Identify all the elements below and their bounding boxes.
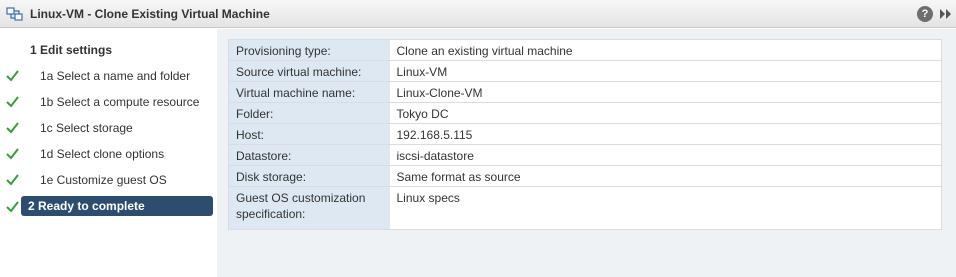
table-row: Datastore: iscsi-datastore	[228, 144, 942, 166]
checkmark-icon	[6, 122, 19, 134]
table-row: Folder: Tokyo DC	[228, 102, 942, 124]
step-select-clone-options[interactable]: 1d Select clone options	[0, 143, 217, 165]
checkmark-icon	[6, 148, 19, 160]
summary-panel: Provisioning type: Clone an existing vir…	[217, 29, 956, 277]
summary-value: Clone an existing virtual machine	[389, 39, 942, 61]
table-row: Host: 192.168.5.115	[228, 123, 942, 145]
summary-key: Virtual machine name:	[228, 81, 390, 103]
summary-key: Provisioning type:	[228, 39, 390, 61]
summary-key: Disk storage:	[228, 165, 390, 187]
summary-table: Provisioning type: Clone an existing vir…	[228, 39, 942, 230]
step-ready-to-complete[interactable]: 2 Ready to complete	[0, 196, 217, 218]
table-row: Provisioning type: Clone an existing vir…	[228, 39, 942, 61]
step-select-name-folder[interactable]: 1a Select a name and folder	[0, 65, 217, 87]
step-label: 1d Select clone options	[40, 147, 165, 161]
summary-value: Tokyo DC	[389, 102, 942, 124]
table-row: Source virtual machine: Linux-VM	[228, 60, 942, 82]
table-row: Virtual machine name: Linux-Clone-VM	[228, 81, 942, 103]
wizard-steps: 1 Edit settings 1a Select a name and fol…	[0, 29, 217, 277]
summary-key: Source virtual machine:	[228, 60, 390, 82]
checkmark-icon	[6, 70, 19, 82]
summary-value: iscsi-datastore	[389, 144, 942, 166]
summary-key: Folder:	[228, 102, 390, 124]
table-row: Disk storage: Same format as source	[228, 165, 942, 187]
summary-key: Datastore:	[228, 144, 390, 166]
checkmark-icon	[6, 174, 19, 186]
step-select-storage[interactable]: 1c Select storage	[0, 117, 217, 139]
title-bar: Linux-VM - Clone Existing Virtual Machin…	[0, 0, 956, 28]
step-customize-guest-os[interactable]: 1e Customize guest OS	[0, 169, 217, 191]
summary-value: 192.168.5.115	[389, 123, 942, 145]
step-label: 1 Edit settings	[30, 43, 113, 57]
summary-value: Same format as source	[389, 165, 942, 187]
checkmark-icon	[6, 96, 19, 108]
summary-value: Linux-VM	[389, 60, 942, 82]
step-select-compute-resource[interactable]: 1b Select a compute resource	[0, 91, 217, 113]
vm-clone-icon	[6, 7, 23, 21]
step-label: 1e Customize guest OS	[40, 173, 167, 187]
expand-icon[interactable]	[939, 9, 953, 19]
step-edit-settings[interactable]: 1 Edit settings	[0, 39, 217, 61]
checkmark-icon	[6, 201, 19, 213]
table-row: Guest OS customization specification: Li…	[228, 186, 942, 230]
step-label: 2 Ready to complete	[28, 199, 145, 213]
step-label: 1c Select storage	[40, 121, 133, 135]
summary-key: Host:	[228, 123, 390, 145]
summary-key: Guest OS customization specification:	[228, 186, 390, 230]
summary-value: Linux specs	[389, 186, 942, 230]
step-label: 1b Select a compute resource	[40, 95, 200, 109]
summary-value: Linux-Clone-VM	[389, 81, 942, 103]
window-title: Linux-VM - Clone Existing Virtual Machin…	[30, 7, 270, 21]
help-icon[interactable]: ?	[917, 6, 933, 22]
step-label: 1a Select a name and folder	[40, 69, 191, 83]
